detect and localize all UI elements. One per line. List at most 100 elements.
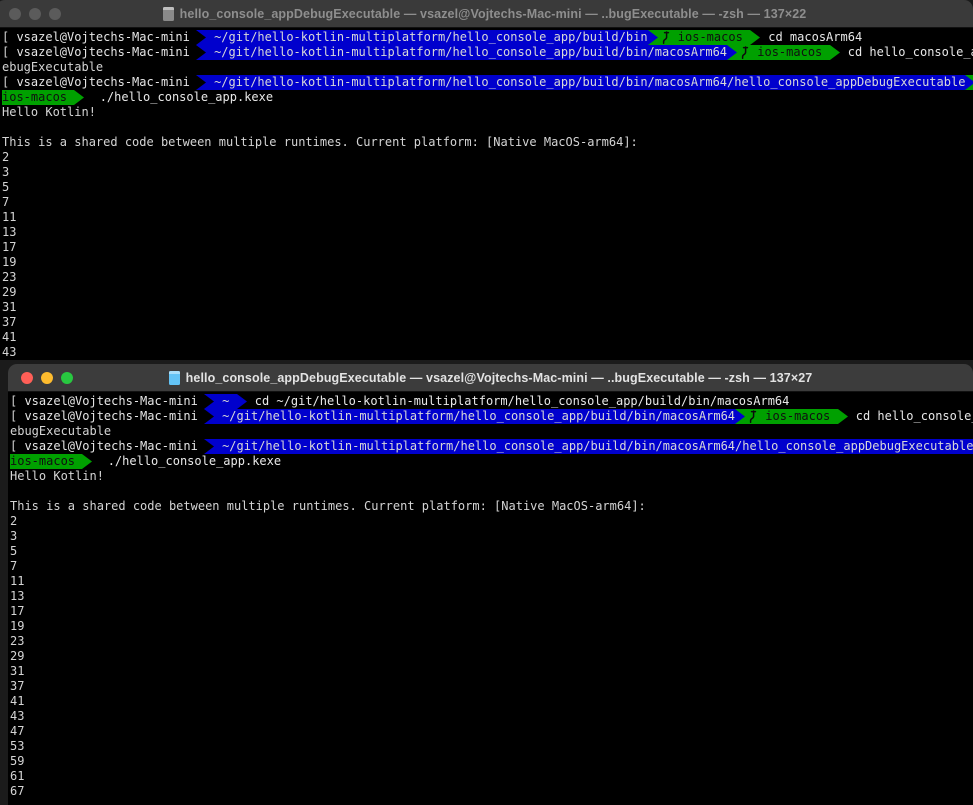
document-icon (162, 6, 174, 21)
terminal-output-line: 41 (10, 694, 25, 708)
terminal-output-line: 47 (10, 724, 25, 738)
title-wrap-back: hello_console_appDebugExecutable — vsaze… (0, 0, 973, 27)
terminal-prompt-line[interactable]: [ vsazel@Vojtechs-Mac-mini ~/git/hello-k… (2, 30, 973, 45)
maximize-button[interactable] (49, 7, 61, 20)
powerline-arrow-icon (837, 409, 849, 424)
terminal-prompt-line-continued[interactable]: ios-macos ./hello_console_app.kexe (10, 454, 973, 469)
terminal-output-line: 43 (10, 709, 25, 723)
maximize-button[interactable] (61, 371, 73, 384)
minimize-button[interactable] (41, 371, 53, 384)
prompt-path: ~/git/hello-kotlin-multiplatform/hello_c… (206, 75, 966, 90)
titlebar-back[interactable]: hello_console_appDebugExecutable — vsaze… (0, 0, 973, 28)
terminal-output-line: 5 (10, 544, 18, 558)
terminal-prompt-line[interactable]: [ vsazel@Vojtechs-Mac-mini ~/git/hello-k… (2, 45, 973, 60)
terminal-output-line: 23 (10, 634, 25, 648)
terminal-output-line: 19 (2, 255, 17, 269)
prompt-command: cd macosArm64 (761, 30, 863, 44)
powerline-arrow-icon (74, 90, 86, 105)
terminal-output-line: 11 (10, 574, 25, 588)
terminal-window-front[interactable]: hello_console_appDebugExecutable — vsaze… (8, 364, 973, 805)
prompt-open-bracket: [ (10, 394, 25, 408)
terminal-prompt-line[interactable]: [ vsazel@Vojtechs-Mac-mini ~/git/hello-k… (10, 439, 973, 454)
powerline-arrow-icon (203, 394, 215, 409)
terminal-output-back[interactable]: [ vsazel@Vojtechs-Mac-mini ~/git/hello-k… (0, 28, 973, 360)
prompt-host: vsazel@Vojtechs-Mac-mini (24, 409, 204, 424)
prompt-open-bracket: [ (2, 30, 17, 44)
traffic-lights-back[interactable] (0, 7, 61, 20)
prompt-git-segment: ios-macos (738, 45, 830, 60)
titlebar-front[interactable]: hello_console_appDebugExecutable — vsaze… (8, 364, 973, 392)
terminal-prompt-line[interactable]: [ vsazel@Vojtechs-Mac-mini ~ cd ~/git/he… (10, 394, 973, 409)
terminal-output-line: 43 (2, 345, 17, 359)
terminal-output-line: 29 (2, 285, 17, 299)
prompt-path: ~ (214, 394, 237, 409)
terminal-output-line: 31 (10, 664, 25, 678)
terminal-output-line: 5 (2, 180, 10, 194)
terminal-output-line: This is a shared code between multiple r… (10, 499, 646, 513)
powerline-arrow-icon (965, 75, 973, 90)
terminal-output-line: Hello Kotlin! (2, 105, 96, 119)
prompt-path: ~/git/hello-kotlin-multiplatform/hello_c… (206, 45, 728, 60)
powerline-arrow-icon (195, 75, 207, 90)
prompt-path: ~/git/hello-kotlin-multiplatform/hello_c… (214, 409, 736, 424)
powerline-arrow-icon (203, 409, 215, 424)
terminal-output-line: ebugExecutable (10, 424, 112, 438)
git-branch-icon (738, 45, 750, 60)
terminal-output-line: ebugExecutable (2, 60, 104, 74)
prompt-open-bracket: [ (10, 439, 25, 453)
powerline-arrow-icon (82, 454, 94, 469)
terminal-output-line: 23 (2, 270, 17, 284)
prompt-host: vsazel@Vojtechs-Mac-mini (16, 30, 196, 45)
powerline-arrow-icon (750, 30, 762, 45)
terminal-output-line: This is a shared code between multiple r… (2, 135, 638, 149)
desktop-root: hello_console_appDebugExecutable — vsaze… (0, 0, 973, 805)
terminal-output-line: 29 (10, 649, 25, 663)
terminal-output-line: 41 (2, 330, 17, 344)
powerline-arrow-icon (203, 439, 215, 454)
terminal-output-line: 7 (10, 559, 18, 573)
powerline-arrow-icon (647, 30, 659, 45)
terminal-prompt-line[interactable]: [ vsazel@Vojtechs-Mac-mini ~/git/hello-k… (10, 409, 973, 424)
prompt-command: cd hello_console_appD (855, 409, 973, 423)
terminal-output-line: 67 (10, 784, 25, 798)
terminal-output-line: 3 (10, 529, 18, 543)
terminal-output-line: 37 (10, 679, 25, 693)
git-branch-icon (659, 30, 671, 45)
prompt-git-segment: ios-macos (746, 409, 838, 424)
prompt-git-branch: ios-macos (750, 45, 830, 59)
powerline-arrow-icon (829, 45, 841, 60)
close-button[interactable] (21, 371, 33, 384)
terminal-output-line: 37 (2, 315, 17, 329)
terminal-output-line: 11 (2, 210, 17, 224)
powerline-arrow-icon (735, 409, 747, 424)
prompt-command: ./hello_console_app.kexe (85, 90, 274, 104)
terminal-prompt-line-continued[interactable]: ios-macos ./hello_console_app.kexe (2, 90, 973, 105)
minimize-button[interactable] (29, 7, 41, 20)
terminal-output-line: 13 (10, 589, 25, 603)
title-wrap-front: hello_console_appDebugExecutable — vsaze… (8, 364, 973, 391)
terminal-output-line: 17 (2, 240, 17, 254)
git-branch-icon (746, 409, 758, 424)
prompt-command: ./hello_console_app.kexe (93, 454, 282, 468)
powerline-arrow-icon (727, 45, 739, 60)
prompt-git-branch: ios-macos (758, 409, 838, 423)
terminal-output-line: 31 (2, 300, 17, 314)
terminal-output-front[interactable]: [ vsazel@Vojtechs-Mac-mini ~ cd ~/git/he… (8, 392, 973, 805)
terminal-prompt-line[interactable]: [ vsazel@Vojtechs-Mac-mini ~/git/hello-k… (2, 75, 973, 90)
prompt-open-bracket: [ (10, 409, 25, 423)
document-icon (168, 370, 180, 385)
prompt-path: ~/git/hello-kotlin-multiplatform/hello_c… (206, 30, 648, 45)
prompt-git-segment: ios-macos (658, 30, 751, 45)
terminal-output-line: 7 (2, 195, 10, 209)
close-button[interactable] (9, 7, 21, 20)
prompt-host: vsazel@Vojtechs-Mac-mini (16, 45, 196, 60)
powerline-arrow-icon (195, 30, 207, 45)
prompt-git-branch: ios-macos (2, 90, 75, 105)
terminal-output-line: Hello Kotlin! (10, 469, 104, 483)
terminal-output-line: 2 (10, 514, 18, 528)
terminal-window-back[interactable]: hello_console_appDebugExecutable — vsaze… (0, 0, 973, 360)
traffic-lights-front[interactable] (8, 371, 73, 384)
prompt-host: vsazel@Vojtechs-Mac-mini (24, 394, 204, 409)
